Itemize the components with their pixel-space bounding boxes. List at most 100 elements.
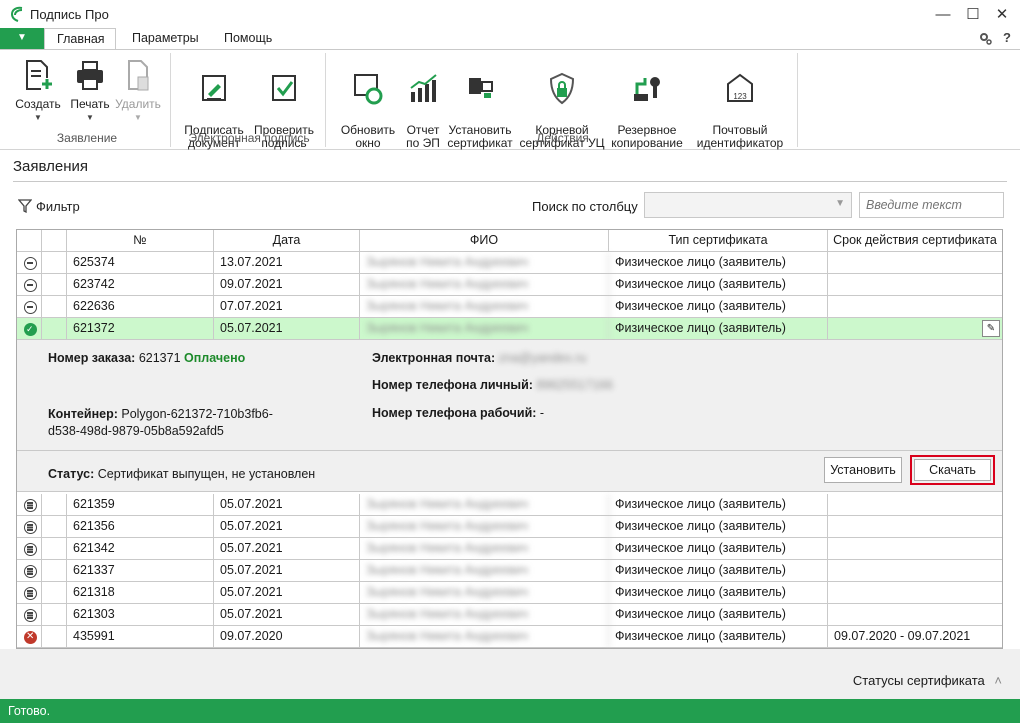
title-bar: Подпись Про — ☐ ✕ — [0, 0, 1020, 28]
header-number[interactable]: № — [67, 230, 214, 252]
delete-button[interactable]: Удалить ▼ — [114, 59, 162, 124]
row-date: 05.07.2021 — [214, 494, 360, 516]
header-fio[interactable]: ФИО — [360, 230, 609, 252]
pending-status-icon — [24, 257, 37, 270]
maximize-button[interactable]: ☐ — [959, 4, 987, 26]
status-label: Статус: — [48, 467, 95, 481]
group-label-actions: Действия — [536, 131, 589, 145]
divider — [17, 450, 1002, 451]
report-chart-icon — [410, 74, 437, 102]
print-button[interactable]: Печать ▼ — [66, 59, 114, 124]
row-fio: Зырянов Никита Андреевич — [360, 252, 609, 274]
download-button[interactable]: Скачать — [914, 459, 991, 481]
header-cert-term[interactable]: Срок действия сертификата — [828, 230, 1002, 252]
pending-status-icon — [24, 279, 37, 292]
column-select[interactable]: ▼ — [644, 192, 852, 218]
header-check-col — [42, 230, 67, 252]
row-cert-type: Физическое лицо (заявитель) — [609, 296, 828, 318]
order-status: Оплачено — [184, 351, 246, 365]
help-icon[interactable]: ? — [1003, 30, 1011, 45]
table-row[interactable]: 623742 09.07.2021 Зырянов Никита Андреевич… — [17, 274, 1002, 296]
cert-statuses-toggle[interactable]: Статусы сертификата ˄ — [853, 673, 1002, 688]
row-status-cell — [17, 252, 42, 274]
row-fio: Зырянов Никита Андреевич — [360, 516, 609, 538]
row-number: 622636 — [67, 296, 214, 318]
app-menu-button[interactable]: ▼ — [0, 28, 44, 49]
delete-label: Удалить — [115, 97, 161, 111]
page-title: Заявления — [13, 158, 89, 175]
refresh-window-icon — [354, 74, 383, 105]
row-number: 621337 — [67, 560, 214, 582]
table-row[interactable]: 621356 05.07.2021 Зырянов Никита Андреевич… — [17, 516, 1002, 538]
row-cert-type: Физическое лицо (заявитель) — [609, 626, 828, 648]
row-date: 13.07.2021 — [214, 252, 360, 274]
header-cert-type[interactable]: Тип сертификата — [609, 230, 828, 252]
row-cert-type: Физическое лицо (заявитель) — [609, 582, 828, 604]
row-fio: Зырянов Никита Андреевич — [360, 494, 609, 516]
row-number: 621318 — [67, 582, 214, 604]
row-status-cell: ✓ — [17, 318, 42, 340]
processing-status-icon — [24, 499, 37, 512]
row-mark-cell — [42, 604, 67, 626]
table-row[interactable]: 621342 05.07.2021 Зырянов Никита Андреевич… — [17, 538, 1002, 560]
row-fio: Зырянов Никита Андреевич — [360, 274, 609, 296]
phone-work-info: Номер телефона рабочий: - — [372, 406, 544, 420]
table-row[interactable]: 621337 05.07.2021 Зырянов Никита Андреевич… — [17, 560, 1002, 582]
row-number: 621359 — [67, 494, 214, 516]
edit-pencil-icon[interactable]: ✎ — [982, 320, 1000, 337]
row-status-cell — [17, 494, 42, 516]
settings-gear-icon[interactable] — [978, 31, 992, 45]
table-row[interactable]: ✓ 621372 05.07.2021 Зырянов Никита Андрееви… — [17, 318, 1002, 340]
container-label: Контейнер: — [48, 407, 118, 421]
email-info: Электронная почта: zna@yandex.ru — [372, 351, 586, 365]
table-row[interactable]: 621303 05.07.2021 Зырянов Никита Андреевич… — [17, 604, 1002, 626]
header-icon-col — [17, 230, 42, 252]
row-number: 621356 — [67, 516, 214, 538]
row-date: 09.07.2020 — [214, 626, 360, 648]
tab-home[interactable]: Главная — [44, 28, 116, 50]
header-date[interactable]: Дата — [214, 230, 360, 252]
filter-button[interactable]: Фильтр — [17, 199, 80, 214]
minimize-button[interactable]: — — [929, 4, 957, 26]
row-cert-term — [828, 494, 1002, 516]
create-label: Создать — [15, 97, 61, 111]
install-button[interactable]: Установить — [824, 457, 902, 483]
row-date: 05.07.2021 — [214, 318, 360, 340]
tab-settings[interactable]: Параметры — [120, 28, 211, 50]
cert-statuses-label: Статусы сертификата — [852, 673, 985, 688]
row-cert-term — [828, 538, 1002, 560]
row-status-cell — [17, 516, 42, 538]
app-logo-icon — [10, 6, 23, 22]
row-mark-cell — [42, 582, 67, 604]
table-row[interactable]: 622636 07.07.2021 Зырянов Никита Андреевич… — [17, 296, 1002, 318]
ribbon-separator — [170, 53, 171, 147]
search-input[interactable] — [859, 192, 1004, 218]
row-mark-cell — [42, 296, 67, 318]
root-certificate-shield-icon — [549, 72, 575, 105]
row-number: 625374 — [67, 252, 214, 274]
row-cert-type: Физическое лицо (заявитель) — [609, 538, 828, 560]
row-date: 07.07.2021 — [214, 296, 360, 318]
email-value: zna@yandex.ru — [498, 351, 587, 365]
order-label: Номер заказа: — [48, 351, 136, 365]
row-date: 05.07.2021 — [214, 560, 360, 582]
tab-help[interactable]: Помощь — [212, 28, 284, 50]
row-number: 621303 — [67, 604, 214, 626]
row-mark-cell — [42, 274, 67, 296]
ribbon-separator — [797, 53, 798, 147]
backup-key-icon — [634, 77, 660, 101]
create-button[interactable]: Создать ▼ — [12, 59, 64, 124]
table-row[interactable]: 621318 05.07.2021 Зырянов Никита Андреевич… — [17, 582, 1002, 604]
row-fio: Зырянов Никита Андреевич — [360, 296, 609, 318]
phone-work-label: Номер телефона рабочий: — [372, 406, 537, 420]
row-date: 05.07.2021 — [214, 604, 360, 626]
table-row[interactable]: 621359 05.07.2021 Зырянов Никита Андреевич… — [17, 494, 1002, 516]
row-cert-term: 09.07.2020 - 09.07.2021 — [834, 629, 971, 643]
close-button[interactable]: ✕ — [988, 4, 1016, 26]
table-row[interactable]: ✕ 435991 09.07.2020 Зырянов Никита Андрееви… — [17, 626, 1002, 648]
table-row[interactable]: 625374 13.07.2021 Зырянов Никита Андреевич… — [17, 252, 1002, 274]
row-cert-type: Физическое лицо (заявитель) — [609, 494, 828, 516]
order-info: Номер заказа: 621371 Оплачено — [48, 351, 245, 365]
pending-status-icon — [24, 301, 37, 314]
row-status-cell — [17, 604, 42, 626]
